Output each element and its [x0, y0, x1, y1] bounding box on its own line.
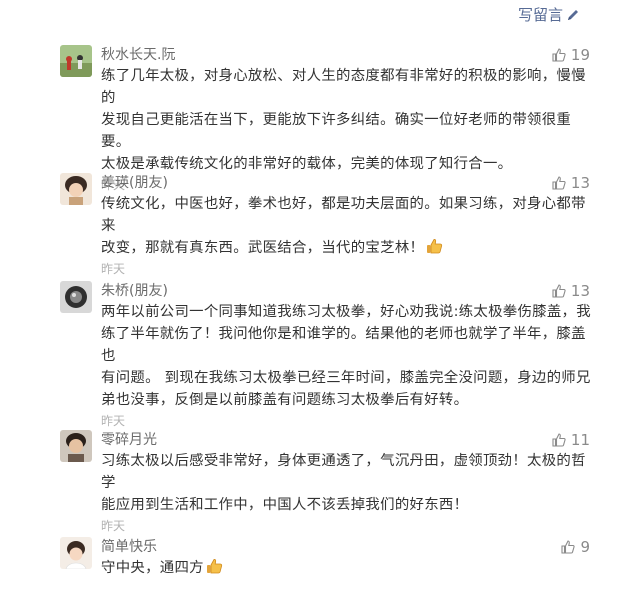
avatar[interactable] [60, 537, 92, 569]
thumbs-up-emoji-icon [427, 239, 443, 254]
comment-nickname[interactable]: 朱桥(朋友) [101, 281, 591, 301]
like-count: 11 [570, 431, 590, 449]
comment-text: 练了几年太极，对身心放松、对人生的态度都有非常好的积极的影响，慢慢的 发现自己更… [101, 68, 586, 172]
thumbs-up-icon [552, 433, 566, 447]
comment-nickname[interactable]: 秋水长天.阮 [101, 45, 591, 65]
comment-text: 两年以前公司一个同事知道我练习太极拳，好心劝我说:练太极拳伤膝盖，我 练了半年就… [101, 304, 591, 408]
comment-text: 习练太极以后感受非常好，身体更通透了，气沉丹田，虚领顶劲！太极的哲学 能应用到生… [101, 453, 586, 513]
thumbs-up-emoji-icon [206, 559, 222, 574]
like-button[interactable]: 11 [552, 430, 590, 450]
like-button[interactable]: 13 [552, 173, 590, 193]
like-count: 13 [570, 282, 590, 300]
comment-time: 昨天 [101, 519, 126, 533]
write-comment-link[interactable]: 写留言 [518, 4, 580, 25]
avatar[interactable] [60, 430, 92, 462]
avatar[interactable] [60, 281, 92, 313]
thumbs-up-icon [552, 176, 566, 190]
pencil-icon [568, 9, 578, 20]
comment-time: 昨天 [101, 414, 126, 428]
thumbs-up-icon [552, 284, 566, 298]
like-button[interactable]: 13 [552, 281, 590, 301]
thumbs-up-icon [552, 48, 566, 62]
comment-time: 昨天 [101, 262, 126, 276]
comment-text: 传统文化，中医也好，拳术也好，都是功夫层面的。如果习练，对身心都带来 改变，那就… [101, 196, 586, 256]
like-count: 9 [580, 538, 590, 556]
comment-text: 守中央，通四方 [101, 557, 591, 579]
avatar[interactable] [60, 173, 92, 205]
write-comment-label: 写留言 [517, 6, 563, 24]
thumbs-up-icon [561, 540, 576, 554]
comment-nickname[interactable]: 零碎月光 [101, 430, 591, 450]
comment-nickname[interactable]: 简单快乐 [101, 537, 591, 557]
like-count: 13 [570, 174, 590, 192]
like-button[interactable]: 19 [552, 45, 590, 65]
like-count: 19 [570, 46, 590, 64]
avatar[interactable] [60, 45, 92, 77]
comment-nickname[interactable]: 姜瑛(朋友) [101, 173, 591, 193]
like-button[interactable]: 9 [561, 537, 590, 557]
